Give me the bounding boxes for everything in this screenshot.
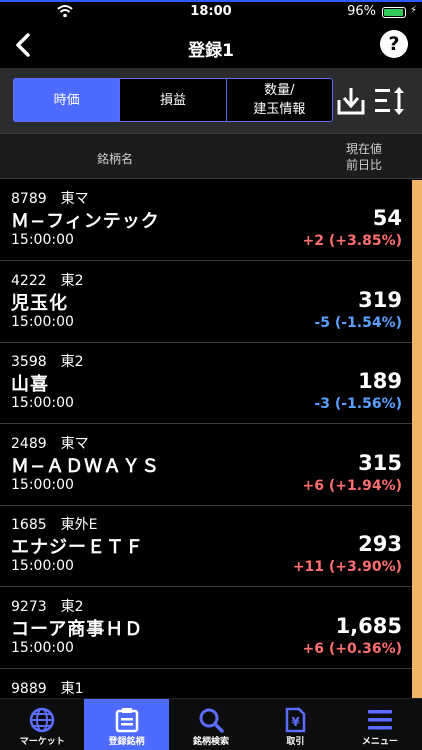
stock-name: Ｍ−フィンテック bbox=[11, 211, 160, 232]
stock-time: 15:00:00 bbox=[11, 477, 74, 493]
stock-change: -3 (-1.56%) bbox=[314, 396, 402, 412]
toolbar: 時価 損益 数量/建玉情報 bbox=[0, 68, 422, 133]
stock-code: 4222 東2 bbox=[11, 273, 84, 289]
battery-icon bbox=[382, 7, 406, 18]
column-price-change: 現在値 前日比 bbox=[345, 142, 382, 172]
stock-time: 15:00:00 bbox=[11, 395, 74, 411]
stock-name: 児玉化 bbox=[11, 293, 68, 314]
stock-price: 54 bbox=[372, 206, 402, 230]
stock-price: 189 bbox=[358, 369, 402, 393]
stock-change: +6 (+0.36%) bbox=[302, 641, 402, 657]
search-icon bbox=[199, 708, 224, 733]
stock-code: 8789 東マ bbox=[11, 191, 89, 207]
tab-search[interactable]: 銘柄検索 bbox=[169, 699, 253, 750]
tab-bar: マーケット 登録銘柄 銘柄検索 ¥ 取引 メニュー bbox=[0, 698, 422, 750]
scrollbar[interactable] bbox=[412, 180, 422, 698]
stock-code: 1685 東外E bbox=[11, 517, 98, 533]
stock-row[interactable]: 2489 東マ Ｍ−ＡＤＷＡＹＳ 15:00:00 315 +6 (+1.94%… bbox=[0, 425, 412, 506]
sort-icon[interactable] bbox=[374, 86, 406, 116]
stock-list: 8789 東マ Ｍ−フィンテック 15:00:00 54 +2 (+3.85%)… bbox=[0, 180, 422, 698]
stock-price: 315 bbox=[358, 451, 402, 475]
stock-time: 15:00:00 bbox=[11, 314, 74, 330]
charging-icon: ⚡ bbox=[409, 5, 417, 16]
tab-watchlist[interactable]: 登録銘柄 bbox=[84, 699, 169, 750]
stock-row[interactable]: 8789 東マ Ｍ−フィンテック 15:00:00 54 +2 (+3.85%) bbox=[0, 180, 412, 261]
segment-profit-loss[interactable]: 損益 bbox=[120, 79, 227, 121]
download-icon[interactable] bbox=[336, 86, 366, 116]
page-title: 登録1 bbox=[188, 41, 234, 61]
view-segmented-control: 時価 損益 数量/建玉情報 bbox=[13, 78, 333, 122]
tab-trade[interactable]: ¥ 取引 bbox=[253, 699, 337, 750]
help-icon[interactable]: ? bbox=[380, 30, 408, 58]
column-header: 銘柄名 現在値 前日比 bbox=[0, 133, 422, 179]
column-stock-name: 銘柄名 bbox=[96, 152, 133, 166]
tab-label: マーケット bbox=[19, 737, 65, 747]
stock-row[interactable]: 4222 東2 児玉化 15:00:00 319 -5 (-1.54%) bbox=[0, 262, 412, 343]
stock-time: 15:00:00 bbox=[11, 640, 74, 656]
stock-time: 15:00:00 bbox=[11, 232, 74, 248]
stock-price: 293 bbox=[358, 532, 402, 556]
clipboard-icon bbox=[115, 708, 138, 733]
stock-code: 2489 東マ bbox=[11, 436, 89, 452]
stock-row[interactable]: 3598 東2 山喜 15:00:00 189 -3 (-1.56%) bbox=[0, 343, 412, 424]
navigation-bar: 登録1 ? bbox=[0, 24, 422, 68]
stock-name: エナジーＥＴＦ bbox=[11, 537, 144, 558]
svg-text:¥: ¥ bbox=[292, 715, 301, 729]
stock-change: -5 (-1.54%) bbox=[314, 315, 402, 331]
status-bar: 18:00 96% ⚡ bbox=[0, 2, 422, 22]
globe-icon bbox=[29, 707, 55, 733]
tab-label: 登録銘柄 bbox=[108, 737, 145, 747]
tab-label: 取引 bbox=[286, 737, 305, 747]
yen-document-icon: ¥ bbox=[286, 707, 306, 733]
menu-icon bbox=[367, 710, 392, 730]
stock-name: 山喜 bbox=[11, 374, 49, 395]
stock-name: Ｍ−ＡＤＷＡＹＳ bbox=[11, 456, 161, 477]
stock-row[interactable]: 9889 東1 bbox=[0, 670, 412, 698]
stock-time: 15:00:00 bbox=[11, 558, 74, 574]
tab-menu[interactable]: メニュー bbox=[338, 699, 422, 750]
tab-market[interactable]: マーケット bbox=[0, 699, 84, 750]
tab-label: メニュー bbox=[361, 737, 398, 747]
stock-change: +6 (+1.94%) bbox=[302, 478, 402, 494]
stock-price: 1,685 bbox=[335, 614, 402, 638]
segment-price[interactable]: 時価 bbox=[14, 79, 121, 121]
stock-row[interactable]: 1685 東外E エナジーＥＴＦ 15:00:00 293 +11 (+3.90… bbox=[0, 506, 412, 587]
stock-price: 319 bbox=[358, 288, 402, 312]
stock-row[interactable]: 9273 東2 コーア商事ＨＤ 15:00:00 1,685 +6 (+0.36… bbox=[0, 588, 412, 669]
segment-quantity-position[interactable]: 数量/建玉情報 bbox=[226, 79, 332, 121]
stock-code: 3598 東2 bbox=[11, 354, 84, 370]
stock-code: 9889 東1 bbox=[11, 681, 84, 697]
stock-code: 9273 東2 bbox=[11, 599, 84, 615]
stock-change: +11 (+3.90%) bbox=[292, 559, 402, 575]
stock-name: コーア商事ＨＤ bbox=[11, 619, 144, 640]
stock-change: +2 (+3.85%) bbox=[302, 233, 402, 249]
tab-label: 銘柄検索 bbox=[193, 737, 230, 747]
battery-percent: 96% bbox=[347, 4, 376, 19]
